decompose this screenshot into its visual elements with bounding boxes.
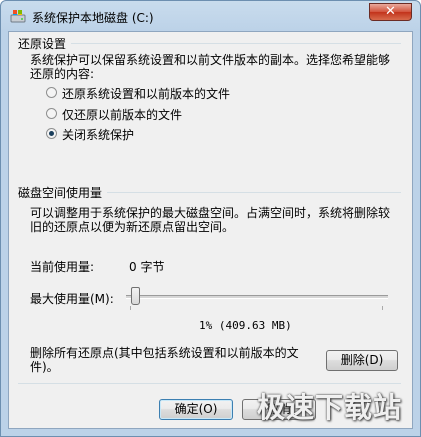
dialog-body: 还原设置 系统保护可以保留系统设置和以前文件版本的副本。选择您希望能够还原的内容… [8,31,413,429]
radio-indicator[interactable] [46,128,57,139]
title-bar: 系统保护本地磁盘 (C:) ✕ [1,1,420,31]
close-icon: ✕ [385,4,396,19]
footer-divider [18,383,401,384]
dialog-window: 系统保护本地磁盘 (C:) ✕ 还原设置 系统保护可以保留系统设置和以前文件版本… [0,0,421,437]
max-usage-slider-ticks [130,306,383,310]
restore-settings-description: 系统保护可以保留系统设置和以前文件版本的副本。选择您希望能够还原的内容: [30,53,391,81]
disk-usage-divider [107,192,401,193]
radio-indicator[interactable] [46,87,57,98]
restore-settings-divider [71,43,401,44]
max-usage-value: 1% (409.63 MB) [199,319,292,332]
disk-usage-description: 可以调整用于系统保护的最大磁盘空间。占满空间时，系统将删除较旧的还原点以便为新还… [30,206,391,234]
restore-settings-heading: 还原设置 [18,37,67,51]
radio-indicator[interactable] [46,108,57,119]
site-watermark: 极速下载站 [256,391,402,424]
delete-restore-points-text: 删除所有还原点(其中包括系统设置和以前版本的文件)。 [30,346,299,374]
close-button[interactable]: ✕ [369,3,412,21]
disk-usage-heading: 磁盘空间使用量 [18,186,103,200]
current-usage-value: 0 字节 [129,260,165,274]
drive-icon [10,10,26,23]
radio-label: 仅还原以前版本的文件 [62,108,183,122]
max-usage-slider-thumb[interactable] [131,287,140,305]
radio-label: 关闭系统保护 [62,128,135,142]
current-usage-label: 当前使用量: [30,260,95,274]
window-title: 系统保护本地磁盘 (C:) [32,11,154,25]
delete-button[interactable]: 删除(D) [326,350,398,371]
ok-button[interactable]: 确定(O) [159,399,233,420]
max-usage-slider-track[interactable] [126,295,388,299]
max-usage-label: 最大使用量(M): [30,292,114,306]
radio-label: 还原系统设置和以前版本的文件 [62,87,231,101]
